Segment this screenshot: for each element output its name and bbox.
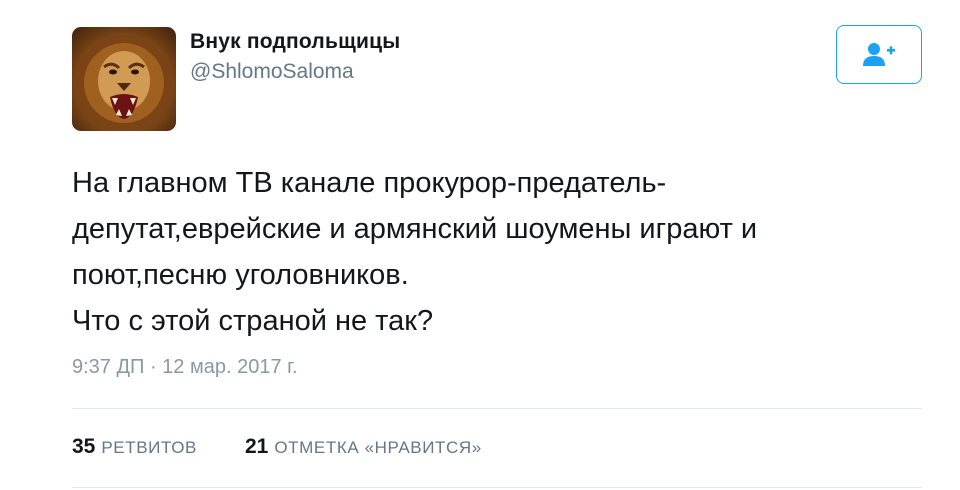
user-handle[interactable]: @ShlomoSaloma [190, 60, 354, 84]
retweets-label: РЕТВИТОВ [101, 438, 197, 457]
likes-stat[interactable]: 21 ОТМЕТКА «НРАВИТСЯ» [245, 435, 482, 459]
tweet-card: Внук подпольщицы @ShlomoSaloma На главно… [0, 0, 960, 490]
user-avatar[interactable] [72, 27, 176, 131]
likes-count: 21 [244, 435, 269, 458]
add-user-icon [863, 42, 895, 66]
likes-label: ОТМЕТКА «НРАВИТСЯ» [274, 438, 482, 457]
lion-icon [74, 33, 174, 131]
retweets-stat[interactable]: 35 РЕТВИТОВ [72, 435, 197, 459]
user-display-name[interactable]: Внук подпольщицы [190, 30, 400, 54]
retweets-count: 35 [72, 435, 96, 458]
divider [72, 408, 922, 409]
tweet-timestamp[interactable]: 9:37 ДП · 12 мар. 2017 г. [72, 356, 298, 379]
tweet-stats: 35 РЕТВИТОВ 21 ОТМЕТКА «НРАВИТСЯ» [72, 435, 530, 459]
tweet-text: На главном ТВ канале прокурор-предатель-… [72, 167, 758, 337]
follow-button[interactable] [836, 25, 922, 84]
divider [72, 487, 922, 488]
